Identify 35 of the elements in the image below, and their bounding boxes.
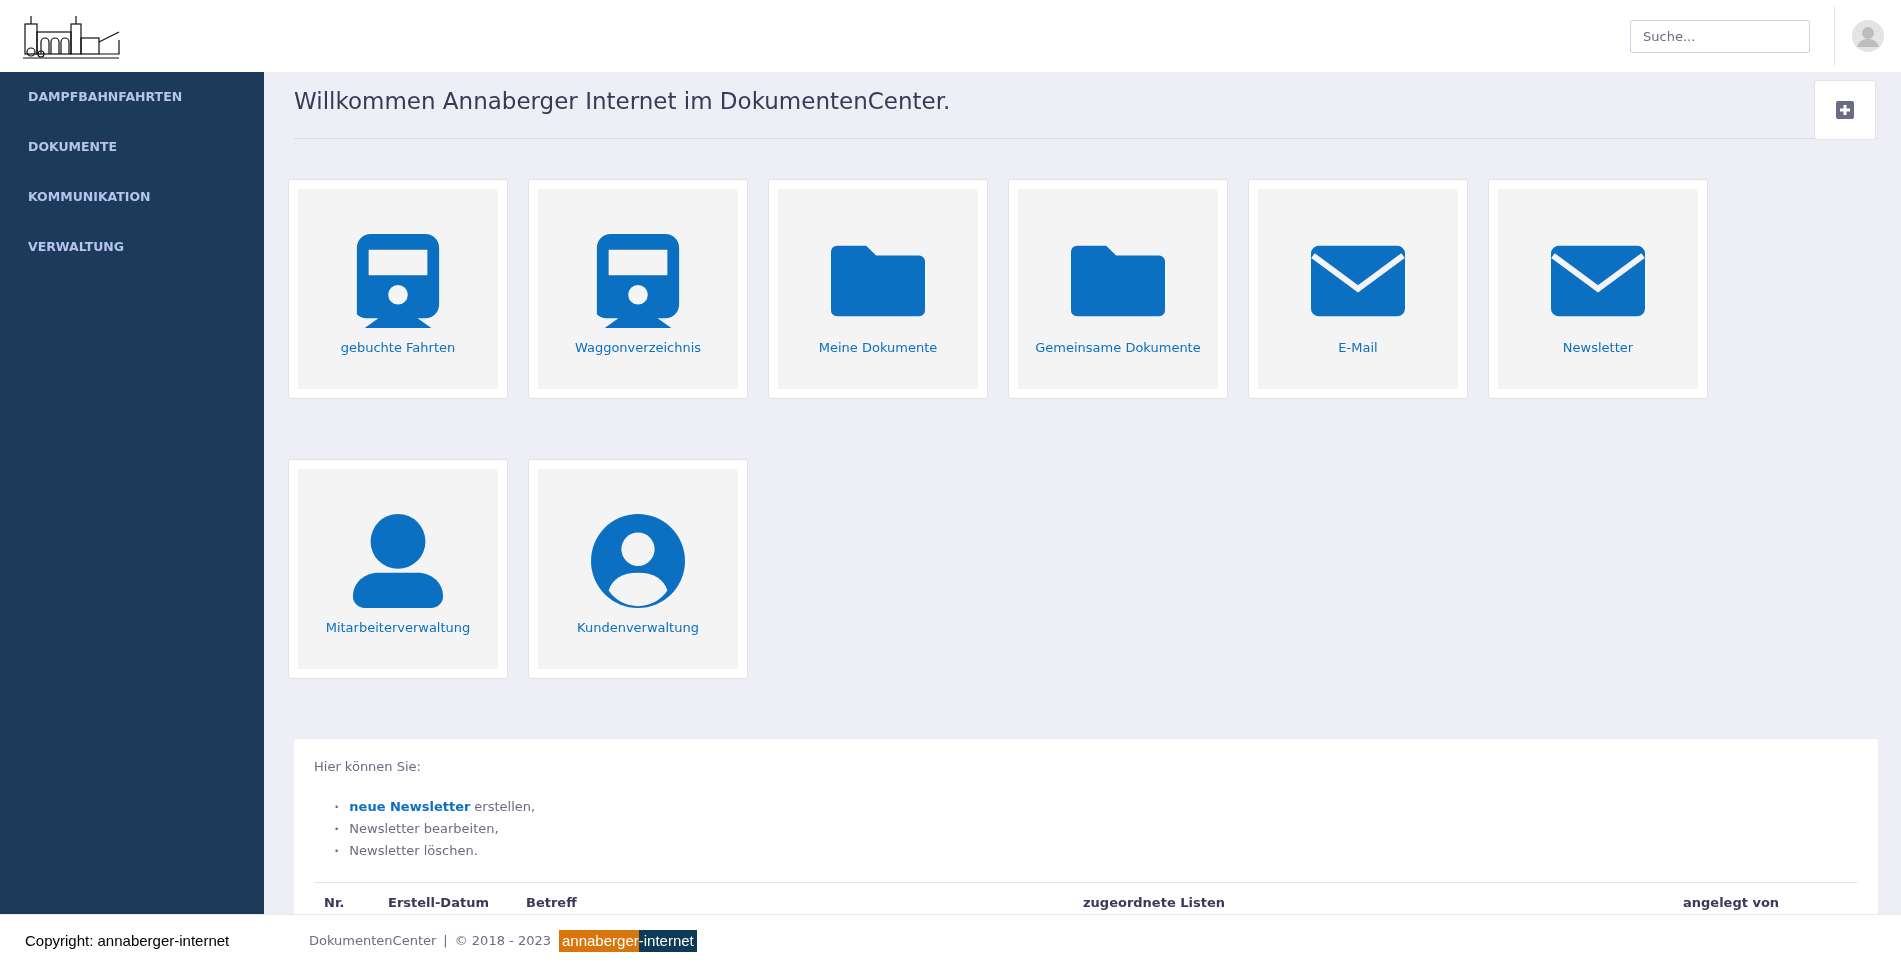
list-text: erstellen, bbox=[474, 799, 536, 814]
plus-icon bbox=[1836, 101, 1854, 119]
column-header: Erstell-Datum bbox=[388, 895, 490, 910]
tile-card[interactable]: Waggonverzeichnis bbox=[528, 179, 748, 399]
page-title: Willkommen Annaberger Internet im DokumentenCenter. bbox=[294, 87, 951, 114]
tile-card[interactable]: Kundenverwaltung bbox=[528, 459, 748, 679]
sidebar-item[interactable]: DOKUMENTE bbox=[0, 138, 118, 188]
bullet: • bbox=[334, 802, 340, 812]
tile-card[interactable]: Meine Dokumente bbox=[768, 179, 988, 399]
add-button[interactable] bbox=[1814, 80, 1876, 140]
footer-years: © 2018 - 2023 bbox=[454, 933, 551, 948]
person-icon bbox=[351, 513, 445, 608]
tile-card[interactable]: gebuchte Fahrten bbox=[288, 179, 508, 399]
list-text: Newsletter bearbeiten, bbox=[349, 821, 499, 836]
tile-card[interactable]: E-Mail bbox=[1248, 179, 1468, 399]
sidebar-item[interactable]: KOMMUNIKATION bbox=[0, 188, 151, 238]
bullet: • bbox=[334, 824, 340, 834]
search-field[interactable]: Suche... bbox=[1630, 19, 1810, 53]
column-header: zugeordnete Listen bbox=[1083, 895, 1226, 910]
bullet: • bbox=[334, 846, 340, 856]
column-header: angelegt von bbox=[1683, 895, 1781, 910]
new-newsletter-link[interactable]: neue Newsletter bbox=[349, 799, 471, 814]
tile-card[interactable]: Mitarbeiterverwaltung bbox=[288, 459, 508, 679]
person-circle-icon bbox=[591, 513, 685, 608]
column-header: Betreff bbox=[526, 895, 578, 910]
footer-separator: | bbox=[443, 933, 448, 948]
footer-app-name: DokumentenCenter bbox=[309, 933, 437, 948]
list-text: Newsletter löschen. bbox=[349, 843, 478, 858]
intro-text: Hier können Sie: bbox=[314, 759, 422, 774]
sidebar-item[interactable]: DAMPFBAHNFAHRTEN bbox=[0, 88, 183, 138]
sidebar-item[interactable]: VERWALTUNG bbox=[0, 238, 125, 288]
column-header: Nr. bbox=[324, 895, 346, 910]
tile-card[interactable]: Newsletter bbox=[1488, 179, 1708, 399]
tile-card[interactable]: Gemeinsame Dokumente bbox=[1008, 179, 1228, 399]
copyright-text: Copyright: annaberger-internet bbox=[25, 932, 231, 949]
